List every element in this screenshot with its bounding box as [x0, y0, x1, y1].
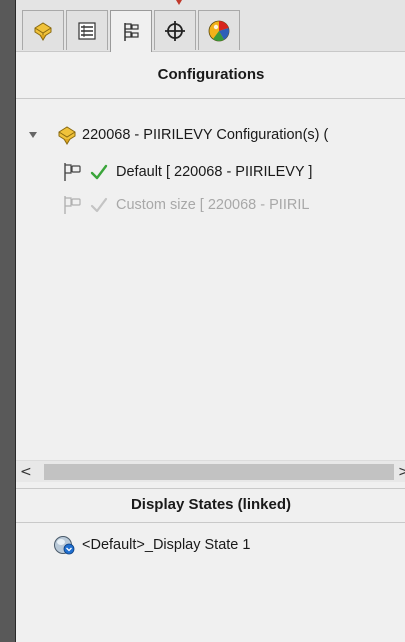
part-icon [56, 124, 78, 146]
configuration-icon [62, 195, 84, 215]
configuration-manager-icon [124, 22, 139, 41]
configurations-title: Configurations [157, 66, 265, 83]
scrollbar-thumb[interactable] [44, 464, 394, 480]
left-edge-strip [0, 0, 15, 642]
config-item-default-label: Default [ 220068 - PIIRILEVY ] [116, 164, 313, 180]
tab-configuration-manager[interactable] [110, 10, 152, 52]
scroll-left-arrow[interactable]: < [20, 464, 34, 480]
display-state-item[interactable]: <Default>_Display State 1 [52, 533, 250, 557]
checkmark-icon [90, 163, 108, 181]
display-state-label: <Default>_Display State 1 [82, 537, 251, 553]
checkmark-icon [90, 196, 108, 214]
title-divider [16, 98, 405, 99]
tab-feature-manager[interactable] [22, 10, 64, 50]
tab-property-manager[interactable] [66, 10, 108, 50]
tab-dimxpert-manager[interactable] [154, 10, 196, 50]
config-root-label: 220068 - PIIRILEVY Configuration(s) ( [82, 127, 329, 143]
pointer-marker-icon [176, 0, 182, 5]
display-states-title-divider [16, 522, 405, 523]
part-icon [34, 21, 52, 41]
display-states-divider [16, 488, 405, 489]
config-item-custom-size-label: Custom size [ 220068 - PIIRIL [116, 197, 310, 213]
horizontal-scrollbar[interactable]: < > [16, 460, 405, 482]
display-manager-icon [208, 20, 230, 41]
config-tree-root[interactable]: 220068 - PIIRILEVY Configuration(s) ( [26, 124, 328, 146]
display-state-icon [52, 534, 76, 556]
tab-display-manager[interactable] [198, 10, 240, 50]
configuration-manager-panel: Configurations 220068 - PIIRILEVY Config… [15, 0, 405, 642]
property-list-icon [78, 21, 96, 40]
manager-tab-bar [16, 0, 405, 52]
scroll-right-arrow[interactable]: > [398, 464, 405, 480]
expand-collapse-icon[interactable] [26, 128, 40, 142]
config-item-default[interactable]: Default [ 220068 - PIIRILEVY ] [62, 161, 312, 183]
configuration-icon [62, 162, 84, 182]
display-states-title: Display States (linked) [130, 496, 292, 513]
crosshair-icon [165, 20, 185, 41]
config-item-custom-size[interactable]: Custom size [ 220068 - PIIRIL [62, 194, 309, 216]
